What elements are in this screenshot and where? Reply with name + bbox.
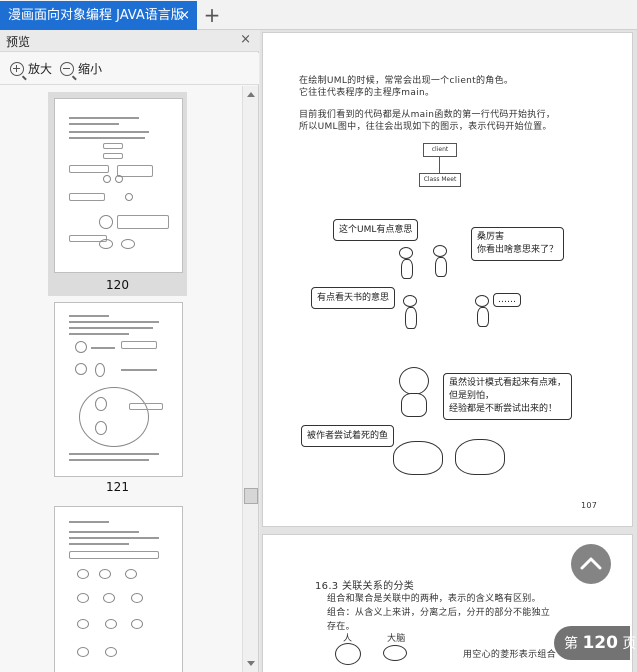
page-indicator-suffix: 页 (622, 636, 637, 652)
character-figure (399, 367, 429, 395)
speech-bubble: 这个UML有点意思 (333, 219, 419, 241)
close-icon[interactable]: × (179, 1, 190, 30)
page-text-line: 所以UML图中，往往会出现如下的图示，表示代码开始位置。 (299, 122, 552, 132)
speech-bubble: 桑厉害 你看出啥意思来了？ (471, 227, 565, 261)
pdf-reader-window: 漫画面向对象编程 JAVA语言版 × + 预览 × 放大 缩小 120 121 … (0, 0, 637, 672)
thumbnail-image (54, 98, 183, 273)
page-text-line: 组合和聚合是关联中的两种，表示的含义略有区别。 (327, 594, 541, 604)
thumbnail-page-120[interactable]: 120 (48, 92, 187, 296)
section-heading: 16.3 关联关系的分类 (315, 581, 415, 592)
uml-client-box: client (423, 143, 457, 157)
brain-drawing (383, 645, 407, 661)
fishbowl-drawing (393, 441, 443, 475)
zoom-out-icon (60, 61, 77, 81)
character-figure (401, 259, 413, 279)
character-figure (477, 307, 489, 327)
character-figure (403, 295, 417, 307)
thumbnail-image (54, 302, 183, 477)
zoom-in-icon (10, 61, 27, 81)
speech-bubble: 有点看天书的意思 (311, 287, 396, 309)
diagram-label: 大脑 (387, 634, 406, 644)
character-figure (405, 307, 417, 329)
zoom-in-button[interactable]: 放大 (10, 60, 53, 81)
new-tab-button[interactable]: + (203, 3, 221, 27)
character-figure (475, 295, 489, 307)
thumbnail-page-121[interactable]: 121 (48, 296, 187, 502)
speech-line: 你看出啥意思来了？ (477, 245, 559, 255)
speech-bubble: 被作者尝试着死的鱼 (301, 425, 395, 447)
thumbnail-image (54, 506, 183, 672)
tab-bar: 漫画面向对象编程 JAVA语言版 × + (0, 0, 637, 30)
speech-bubble: 虽然设计模式看起来有点难， 但是别怕， 经验都是不断尝试出来的！ (443, 373, 573, 420)
scrollbar-thumb[interactable] (244, 488, 258, 504)
page-indicator-number: 120 (582, 633, 618, 653)
scroll-to-top-button[interactable] (571, 544, 611, 584)
chevron-up-icon (580, 557, 602, 570)
document-tab-title: 漫画面向对象编程 JAVA语言版 (8, 8, 184, 23)
zoom-in-label: 放大 (28, 62, 53, 76)
scroll-up-icon[interactable] (247, 92, 255, 97)
preview-panel-header: 预览 × (0, 30, 259, 52)
scroll-down-icon[interactable] (247, 661, 255, 666)
preview-panel-title: 预览 (6, 35, 31, 49)
zoom-out-label: 缩小 (78, 62, 103, 76)
thumbnail-page-number: 120 (106, 278, 129, 292)
uml-class-box: Class Meet (419, 173, 461, 187)
character-figure (335, 643, 361, 665)
character-figure (401, 393, 427, 417)
thumbnail-list: 120 121 (0, 86, 242, 672)
page-text-line: 它往往代表程序的主程序main。 (299, 88, 435, 98)
close-icon[interactable]: × (240, 32, 251, 47)
zoom-out-button[interactable]: 缩小 (60, 60, 103, 81)
page-indicator-prefix: 第 (564, 636, 578, 652)
thumbnail-page-number: 121 (106, 480, 129, 494)
character-figure (435, 257, 447, 277)
speech-line: 经验都是不断尝试出来的！ (449, 404, 558, 414)
zoom-toolbar: 放大 缩小 (0, 53, 259, 85)
thumbnail-page-122[interactable] (48, 500, 187, 672)
character-figure (399, 247, 413, 259)
current-page-indicator: 第 120 页 (554, 626, 636, 660)
fishbowl-drawing (455, 439, 505, 475)
preview-panel: 预览 × 放大 缩小 120 121 (0, 30, 259, 672)
speech-line: 虽然设计模式看起来有点难， (449, 378, 567, 388)
page-text-line: 组合：从含义上来讲，分离之后，分开的部分不能独立 (327, 608, 551, 618)
speech-line: 但是别怕， (449, 391, 495, 401)
page-text-line: 用空心的菱形表示组合 (463, 650, 557, 660)
document-page-120: 在绘制UML的时候，常常会出现一个client的角色。 它往往代表程序的主程序m… (262, 32, 633, 527)
thumbnail-scrollbar[interactable] (242, 86, 258, 672)
book-page-number: 107 (581, 501, 598, 510)
character-figure (433, 245, 447, 257)
document-tab[interactable]: 漫画面向对象编程 JAVA语言版 × (0, 1, 197, 30)
speech-line: 桑厉害 (477, 232, 505, 242)
speech-bubble: …… (493, 293, 521, 307)
